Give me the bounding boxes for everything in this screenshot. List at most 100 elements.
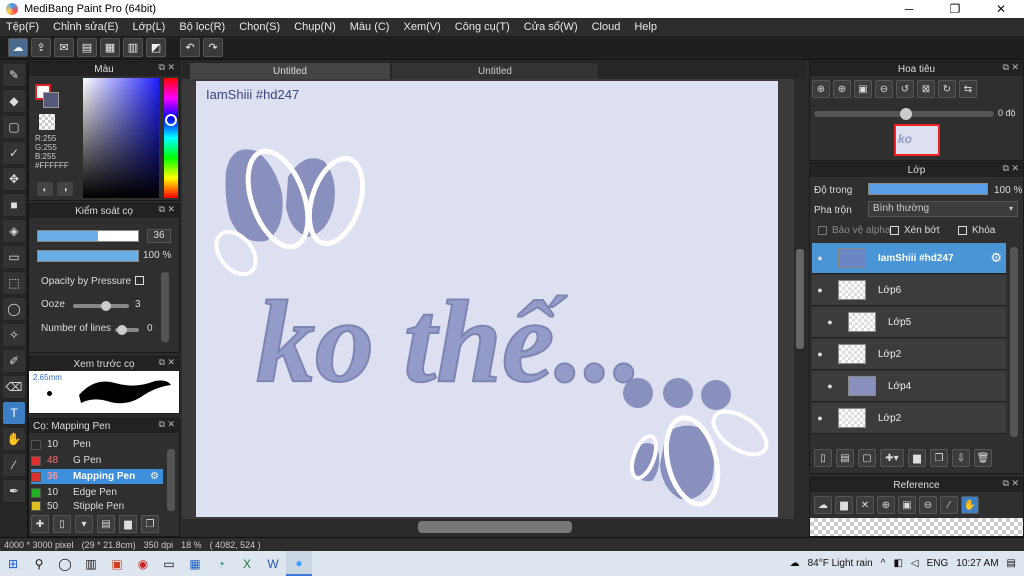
reset-view-icon[interactable]: ⊠: [917, 80, 935, 98]
panel-close-icon[interactable]: ⧉ ✕: [159, 357, 175, 368]
word-icon[interactable]: W: [260, 551, 286, 576]
panel-close-icon[interactable]: ⧉ ✕: [1003, 478, 1019, 489]
new-layer-8bit-icon[interactable]: ▤: [836, 449, 854, 467]
tray-chevron-icon[interactable]: ^: [881, 558, 886, 569]
line-tool-icon[interactable]: ✓: [3, 142, 25, 164]
panel-close-icon[interactable]: ⧉ ✕: [1003, 163, 1019, 174]
select-eraser-icon[interactable]: ⌫: [3, 376, 25, 398]
layer-row[interactable]: ● Lớp2: [812, 403, 1006, 434]
menu-window[interactable]: Cửa sổ(W): [524, 21, 578, 33]
eraser-tool-icon[interactable]: ◆: [3, 90, 25, 112]
layers-scrollbar[interactable]: [1010, 247, 1018, 437]
menu-snapshot[interactable]: Chụp(N): [294, 21, 336, 33]
rotation-slider[interactable]: [814, 108, 994, 120]
menu-view[interactable]: Xem(V): [403, 21, 440, 33]
menu-layer[interactable]: Lớp(L): [132, 21, 165, 33]
redo-icon[interactable]: ↷: [203, 38, 223, 57]
select-pen-icon[interactable]: ✐: [3, 350, 25, 372]
rotation-handle[interactable]: [900, 108, 912, 120]
ooze-handle[interactable]: [101, 301, 111, 311]
brush-item-g-pen[interactable]: 48 G Pen: [31, 453, 163, 468]
new-layer-1bit-icon[interactable]: ▢: [858, 449, 876, 467]
select-tool-icon[interactable]: ⬚: [3, 272, 25, 294]
perspective-icon[interactable]: ◩: [146, 38, 166, 57]
rotate-right-icon[interactable]: ↻: [938, 80, 956, 98]
menu-file[interactable]: Tệp(F): [6, 21, 39, 33]
excel-icon[interactable]: X: [234, 551, 260, 576]
zoom-in-icon[interactable]: ⊕: [877, 496, 895, 514]
hand-icon[interactable]: ✋: [961, 496, 979, 514]
navigator-preview[interactable]: ko: [894, 124, 940, 156]
brush-opacity-slider[interactable]: [37, 250, 139, 262]
brush-item-stipple-pen[interactable]: 50 Stipple Pen: [31, 501, 163, 511]
gear-icon[interactable]: ⚙: [990, 250, 1002, 266]
folder-icon[interactable]: ▆: [119, 515, 137, 533]
folder-icon[interactable]: ▆: [908, 449, 926, 467]
clipping-checkbox[interactable]: [890, 226, 899, 235]
eye-icon[interactable]: ●: [822, 317, 838, 327]
tab-untitled-2[interactable]: Untitled: [392, 63, 598, 79]
brush-item-edge-pen[interactable]: 10 Edge Pen: [31, 485, 163, 500]
menu-filter[interactable]: Bộ lọc(R): [179, 21, 225, 33]
zoom-fit-icon[interactable]: ⊕: [833, 80, 851, 98]
color-wheel-icon[interactable]: ◑: [57, 182, 73, 196]
brush-tool-icon[interactable]: ✎: [3, 64, 25, 86]
copy-brush-icon[interactable]: ▤: [97, 515, 115, 533]
tab-untitled-1[interactable]: Untitled: [190, 63, 390, 79]
cloud-icon[interactable]: ☁: [8, 38, 28, 57]
layer-opacity-slider[interactable]: [868, 183, 988, 195]
lines-handle[interactable]: [117, 325, 127, 335]
lines-slider[interactable]: [115, 325, 139, 335]
hue-handle[interactable]: [165, 114, 177, 126]
hand-tool-icon[interactable]: ✋: [3, 428, 25, 450]
move-tool-icon[interactable]: ✥: [3, 168, 25, 190]
media-icon[interactable]: ▦: [182, 551, 208, 576]
hue-slider[interactable]: [164, 78, 178, 198]
panel-close-icon[interactable]: ⧉ ✕: [159, 62, 175, 73]
saturation-value-picker[interactable]: [83, 78, 159, 198]
eye-icon[interactable]: ●: [812, 253, 828, 263]
volume-icon[interactable]: ◁: [911, 558, 919, 569]
layer-row[interactable]: ● Lớp4: [812, 371, 1006, 402]
panel-close-icon[interactable]: ⧉ ✕: [1003, 62, 1019, 73]
text-tool-icon[interactable]: T: [3, 402, 25, 424]
grid-icon[interactable]: ▥: [123, 38, 143, 57]
horizontal-scroll-thumb[interactable]: [418, 521, 572, 533]
open-folder-icon[interactable]: ▆: [835, 496, 853, 514]
gradient-tool-icon[interactable]: ▭: [3, 246, 25, 268]
brush-menu-icon[interactable]: ▾: [75, 515, 93, 533]
blend-mode-select[interactable]: Bình thường ▾: [868, 201, 1018, 217]
medibang-taskbar-icon[interactable]: ●: [286, 551, 312, 576]
trash-icon[interactable]: 🗑: [974, 449, 992, 467]
monitor-icon[interactable]: ▭: [156, 551, 182, 576]
ooze-slider[interactable]: [73, 301, 129, 311]
reference-area[interactable]: [810, 518, 1023, 536]
layer-row[interactable]: ● Lớp5: [812, 307, 1006, 338]
eye-icon[interactable]: ●: [812, 413, 828, 423]
duplicate-layer-icon[interactable]: ❐: [930, 449, 948, 467]
brush-item-pen[interactable]: 10 Pen: [31, 437, 163, 452]
weather-text[interactable]: 84°F Light rain: [808, 558, 873, 569]
rotate-left-icon[interactable]: ↺: [896, 80, 914, 98]
opacity-pressure-checkbox[interactable]: [135, 276, 144, 285]
app-red-icon[interactable]: ◉: [130, 551, 156, 576]
add-layer-menu-icon[interactable]: ✚▾: [880, 449, 904, 467]
task-view-icon[interactable]: ▥: [78, 551, 104, 576]
fit-window-icon[interactable]: ▣: [854, 80, 872, 98]
canvas-vertical-scrollbar[interactable]: [794, 79, 806, 519]
windows-start-icon[interactable]: ⊞: [0, 551, 26, 576]
brush-list-scrollbar[interactable]: [167, 449, 175, 511]
lock-checkbox[interactable]: [958, 226, 967, 235]
menu-edit[interactable]: Chỉnh sửa(E): [53, 21, 118, 33]
panel-close-icon[interactable]: ⧉ ✕: [159, 419, 175, 430]
powerpoint-icon[interactable]: ▣: [104, 551, 130, 576]
layer-row[interactable]: ● Lớp6: [812, 275, 1006, 306]
panel-close-icon[interactable]: ⧉ ✕: [159, 204, 175, 215]
clock[interactable]: 10:27 AM: [956, 558, 998, 569]
background-color-swatch[interactable]: [43, 92, 59, 108]
edge-browser-icon[interactable]: ◔: [208, 551, 234, 576]
brush-item-mapping-pen[interactable]: 36 Mapping Pen ⚙: [31, 469, 163, 484]
drawing-canvas[interactable]: IamShiii #hd247 ko thế...: [196, 81, 778, 517]
layer-row[interactable]: ● IamShiii #hd247 ⚙: [812, 243, 1006, 274]
menu-select[interactable]: Chọn(S): [239, 21, 280, 33]
